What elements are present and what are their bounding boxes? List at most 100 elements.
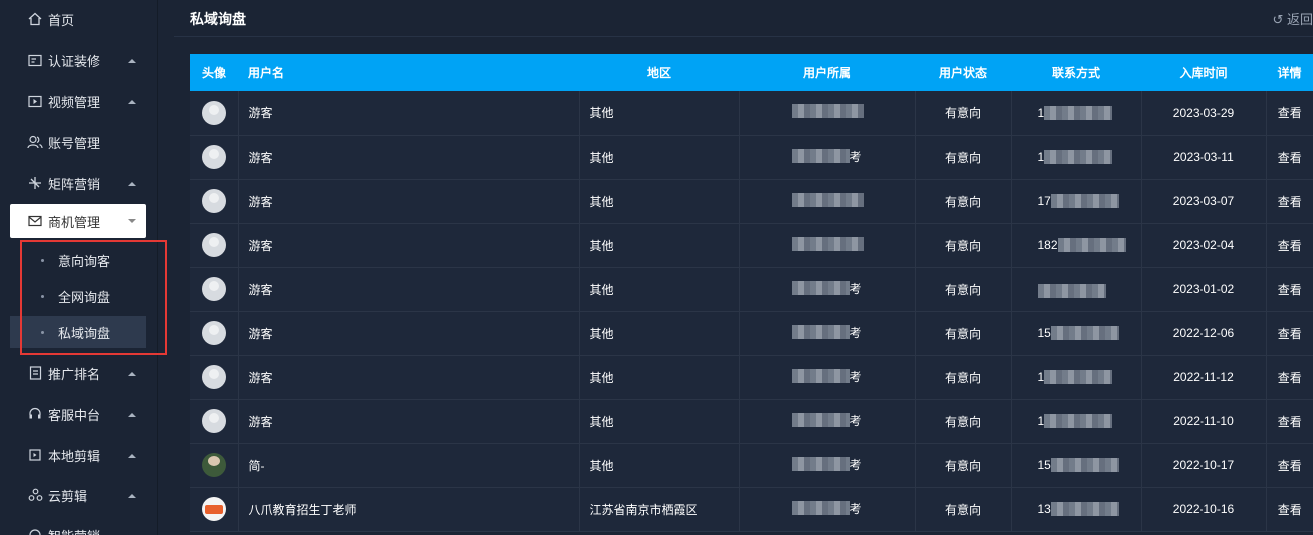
sidebar-item-customer-service[interactable]: 客服中台: [10, 397, 146, 431]
owner-cell: 考: [739, 443, 916, 488]
chevron-up-icon: [128, 453, 136, 458]
table-row: 游客 其他 有意向 1 2023-03-29 查看: [190, 91, 1313, 136]
avatar: [201, 365, 226, 389]
sidebar-item-label: 客服中台: [48, 407, 101, 423]
contact-cell: 182: [1011, 223, 1142, 268]
contact-prefix: 17: [1037, 194, 1051, 208]
main-content: 私域询盘 ↺ 返回 头像 用户名 地区 用户所属 用户状态 联系方式 入库时间 …: [174, 0, 1313, 535]
masked-contact: [1044, 370, 1113, 384]
bullet-icon: [41, 330, 44, 334]
sidebar-item-matrix-marketing[interactable]: 矩阵营销: [10, 166, 146, 200]
table-row: 游客 其他 考 有意向 1 2023-03-11 查看: [190, 135, 1313, 180]
sidebar-subitem-network-inquiry[interactable]: 全网询盘: [10, 280, 146, 312]
view-button[interactable]: 查看: [1278, 327, 1302, 341]
view-button[interactable]: 查看: [1278, 503, 1302, 517]
avatar: [201, 233, 226, 257]
table-row: 八爪教育招生丁老师 江苏省南京市栖霞区 考 有意向 13 2022-10-16 查看: [190, 487, 1313, 532]
sidebar-subitem-label: 意向询客: [58, 253, 111, 269]
view-button[interactable]: 查看: [1278, 239, 1302, 253]
back-button[interactable]: ↺ 返回: [1272, 9, 1313, 28]
sidebar-item-opportunities[interactable]: 商机管理: [10, 204, 146, 238]
username-cell: 游客: [238, 223, 580, 268]
owner-suffix: 考: [849, 149, 862, 164]
date-cell: 2022-11-10: [1141, 399, 1267, 444]
cloud-clip-icon: [26, 487, 44, 503]
table-row: 游客 其他 有意向 182 2023-02-04 查看: [190, 223, 1313, 268]
masked-owner: [791, 104, 864, 119]
chevron-up-icon: [128, 99, 136, 104]
owner-cell: 考: [739, 399, 916, 444]
table-row: 游客 其他 考 有意向 1 2022-11-10 查看: [190, 399, 1313, 444]
status-cell: 有意向: [915, 135, 1012, 180]
contact-cell: 1: [1011, 399, 1142, 444]
column-header-date: 入库时间: [1141, 54, 1266, 91]
column-header-owner: 用户所属: [739, 54, 915, 91]
details-cell: 查看: [1266, 267, 1313, 312]
headset-icon: [26, 406, 44, 422]
masked-contact: [1050, 194, 1119, 208]
sidebar-item-home[interactable]: 首页: [10, 2, 146, 36]
owner-cell: 考: [739, 487, 916, 532]
column-header-avatar: 头像: [190, 54, 238, 91]
sidebar-subitem-private-inquiry[interactable]: 私域询盘: [10, 316, 146, 348]
username-cell: 八爪教育招生丁老师: [238, 487, 580, 532]
masked-contact: [1044, 414, 1113, 428]
details-cell: 查看: [1266, 91, 1313, 136]
column-header-details: 详情: [1266, 54, 1313, 91]
avatar-cell: [190, 223, 239, 268]
view-button[interactable]: 查看: [1278, 106, 1302, 120]
username-cell: 游客: [238, 399, 580, 444]
avatar-cell: [190, 267, 239, 312]
sidebar-item-video[interactable]: 视频管理: [10, 84, 146, 118]
sidebar-item-accounts[interactable]: 账号管理: [10, 125, 146, 159]
status-cell: 有意向: [915, 487, 1012, 532]
username-cell: 游客: [238, 311, 580, 356]
contact-prefix: 1: [1037, 370, 1045, 384]
details-cell: 查看: [1266, 399, 1313, 444]
view-button[interactable]: 查看: [1278, 371, 1302, 385]
contact-prefix: 15: [1037, 326, 1051, 340]
video-icon: [26, 93, 44, 109]
chevron-up-icon: [128, 493, 136, 498]
sidebar-item-label: 矩阵营销: [48, 176, 101, 192]
column-header-username: 用户名: [238, 54, 579, 91]
status-cell: 有意向: [915, 91, 1012, 136]
sidebar-item-label: 商机管理: [48, 214, 101, 230]
masked-contact: [1037, 284, 1106, 298]
status-cell: 有意向: [915, 223, 1012, 268]
owner-cell: [739, 179, 916, 224]
region-cell: 其他: [579, 443, 740, 488]
masked-owner: [791, 149, 850, 164]
sidebar-item-cloud-clip[interactable]: 云剪辑: [10, 478, 146, 512]
masked-owner: [791, 236, 864, 251]
avatar-cell: [190, 135, 239, 180]
sidebar-subitem-intent-inquiry[interactable]: 意向询客: [10, 244, 146, 276]
view-button[interactable]: 查看: [1278, 415, 1302, 429]
table-row: 游客 其他 考 有意向 1 2022-11-12 查看: [190, 355, 1313, 400]
status-cell: 有意向: [915, 443, 1012, 488]
date-cell: 2022-10-17: [1141, 443, 1267, 488]
page-header: 私域询盘 ↺ 返回: [174, 0, 1313, 37]
avatar: [201, 189, 226, 213]
sidebar-item-label: 智能营销: [48, 526, 146, 535]
sidebar-item-certification[interactable]: 认证装修: [10, 43, 146, 77]
mail-icon: [26, 213, 44, 229]
date-cell: 2023-03-07: [1141, 179, 1267, 224]
details-cell: 查看: [1266, 355, 1313, 400]
sidebar-item-local-clip[interactable]: 本地剪辑: [10, 438, 146, 472]
avatar: [201, 453, 226, 477]
status-cell: 有意向: [915, 355, 1012, 400]
contact-prefix: 1: [1037, 150, 1045, 164]
sidebar-item-promotion-ranking[interactable]: 推广排名: [10, 356, 146, 390]
contact-cell: 15: [1011, 443, 1142, 488]
date-cell: 2022-12-06: [1141, 311, 1267, 356]
username-cell: 游客: [238, 179, 580, 224]
view-button[interactable]: 查看: [1278, 151, 1302, 165]
view-button[interactable]: 查看: [1278, 195, 1302, 209]
sidebar-item-label: 账号管理: [48, 135, 101, 151]
sidebar-item-smart-marketing[interactable]: 智能营销: [10, 518, 146, 535]
region-cell: 其他: [579, 91, 740, 136]
view-button[interactable]: 查看: [1278, 459, 1302, 473]
view-button[interactable]: 查看: [1278, 283, 1302, 297]
masked-contact: [1044, 105, 1113, 120]
